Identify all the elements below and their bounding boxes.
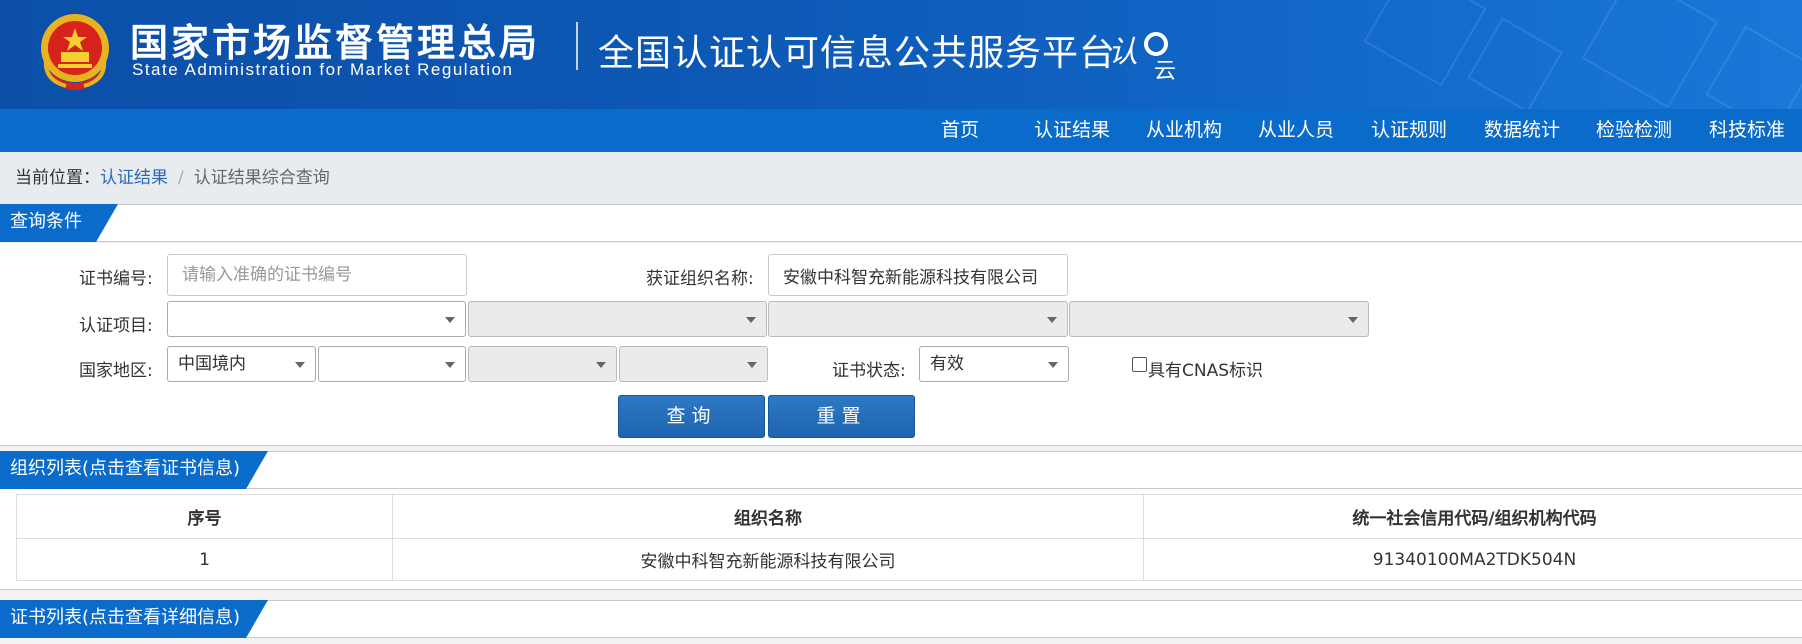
region-select-district (619, 346, 768, 382)
decorative-hex (1363, 0, 1487, 87)
region-select-value: 中国境内 (178, 354, 246, 374)
nav-statistics[interactable]: 数据统计 (1484, 109, 1560, 152)
cert-no-label: 证书编号: (79, 269, 153, 289)
org-section-header: 组织列表(点击查看证书信息) (0, 451, 1802, 489)
chevron-down-icon (1047, 317, 1057, 323)
breadcrumb-prefix: 当前位置： (15, 168, 100, 188)
project-select-3 (768, 301, 1068, 337)
platform-title: 全国认证认可信息公共服务平台 (598, 33, 1117, 74)
chevron-down-icon (295, 362, 305, 368)
chevron-down-icon (445, 317, 455, 323)
cert-section-header: 证书列表(点击查看详细信息) (0, 600, 1802, 638)
chevron-down-icon (746, 317, 756, 323)
region-select-province[interactable] (318, 346, 466, 382)
national-emblem-icon (41, 14, 109, 90)
chevron-down-icon (596, 362, 606, 368)
query-section-title: 查询条件 (0, 204, 118, 242)
table-row[interactable]: 1 安徽中科智充新能源科技有限公司 91340100MA2TDK504N (16, 538, 1802, 581)
table-header-row: 序号 组织名称 统一社会信用代码/组织机构代码 (16, 494, 1802, 539)
renzheng-cloud-logo-icon: 认 云 (1108, 32, 1176, 82)
nav-institutions[interactable]: 从业机构 (1146, 109, 1222, 152)
cnas-label: 具有CNAS标识 (1148, 361, 1264, 381)
cell-org-name[interactable]: 安徽中科智充新能源科技有限公司 (392, 538, 1144, 581)
project-select-1[interactable] (167, 301, 466, 337)
agency-title-cn: 国家市场监督管理总局 (130, 21, 541, 65)
column-header-credit-code: 统一社会信用代码/组织机构代码 (1143, 494, 1802, 539)
region-label: 国家地区: (79, 361, 153, 381)
chevron-down-icon (445, 362, 455, 368)
status-select[interactable]: 有效 (919, 346, 1069, 382)
agency-title-en: State Administration for Market Regulati… (132, 60, 514, 79)
status-select-value: 有效 (930, 354, 964, 374)
org-table-area: 序号 组织名称 统一社会信用代码/组织机构代码 1 安徽中科智充新能源科技有限公… (0, 489, 1802, 590)
title-divider (576, 22, 578, 70)
org-name-label: 获证组织名称: (646, 269, 754, 289)
chevron-down-icon (1348, 317, 1358, 323)
header-banner: 国家市场监督管理总局 State Administration for Mark… (0, 0, 1802, 109)
column-header-index: 序号 (16, 494, 393, 539)
chevron-down-icon (1048, 362, 1058, 368)
nav-inspection[interactable]: 检验检测 (1596, 109, 1672, 152)
cell-credit-code: 91340100MA2TDK504N (1143, 538, 1802, 581)
project-select-2 (468, 301, 767, 337)
cell-index: 1 (16, 538, 393, 581)
breadcrumb-current: 认证结果综合查询 (193, 168, 330, 188)
main-nav: 首页 认证结果 从业机构 从业人员 认证规则 数据统计 检验检测 科技标准 (0, 109, 1802, 152)
cnas-checkbox[interactable] (1132, 357, 1147, 372)
nav-personnel[interactable]: 从业人员 (1258, 109, 1334, 152)
org-table: 序号 组织名称 统一社会信用代码/组织机构代码 1 安徽中科智充新能源科技有限公… (16, 494, 1802, 581)
cert-no-input[interactable] (167, 254, 467, 296)
cert-section-title: 证书列表(点击查看详细信息) (0, 600, 268, 638)
nav-cert-results[interactable]: 认证结果 (1034, 109, 1110, 152)
svg-text:认: 认 (1108, 35, 1138, 70)
column-header-org-name: 组织名称 (392, 494, 1144, 539)
breadcrumb-separator: / (178, 168, 184, 188)
decorative-hex (1467, 17, 1563, 109)
org-section-title: 组织列表(点击查看证书信息) (0, 451, 268, 489)
query-form: 证书编号: 获证组织名称: 认证项目: 国家地区: 中国境内 证书状态: 有效 … (0, 243, 1802, 446)
breadcrumb: 当前位置：认证结果 / 认证结果综合查询 (0, 152, 1802, 204)
region-select-city (468, 346, 617, 382)
project-select-4 (1069, 301, 1369, 337)
svg-text:云: 云 (1154, 59, 1176, 82)
nav-tech-standards[interactable]: 科技标准 (1709, 109, 1785, 152)
nav-cert-rules[interactable]: 认证规则 (1371, 109, 1447, 152)
chevron-down-icon (747, 362, 757, 368)
decorative-hex (1581, 0, 1719, 109)
region-select-country[interactable]: 中国境内 (167, 346, 316, 382)
project-label: 认证项目: (79, 316, 153, 336)
breadcrumb-link-cert-results[interactable]: 认证结果 (100, 168, 168, 188)
decorative-hex (1705, 25, 1802, 109)
query-button[interactable]: 查询 (618, 395, 765, 438)
reset-button[interactable]: 重置 (768, 395, 915, 438)
org-name-input[interactable] (768, 254, 1068, 296)
status-label: 证书状态: (832, 361, 906, 381)
query-section-header: 查询条件 (0, 204, 1802, 242)
nav-home[interactable]: 首页 (941, 109, 979, 152)
